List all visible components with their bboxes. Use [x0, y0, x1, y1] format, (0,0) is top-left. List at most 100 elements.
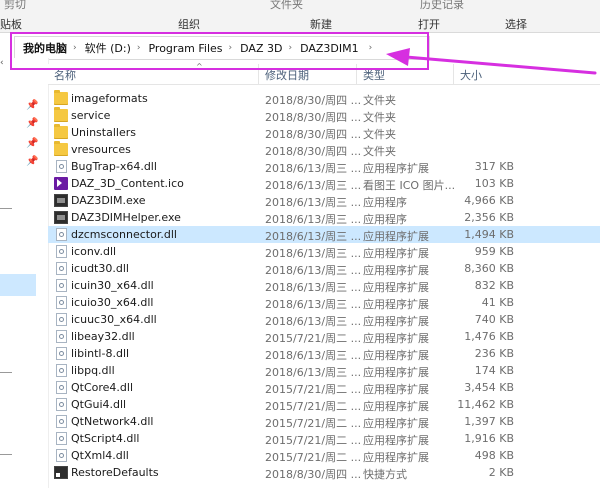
file-name: service	[71, 109, 111, 122]
file-size: 317 KB	[474, 160, 514, 173]
file-type: 应用程序扩展	[363, 264, 429, 277]
file-row[interactable]: QtNetwork4.dll 2015/7/21/周二 ... 应用程序扩展 1,39…	[48, 413, 600, 430]
chevron-right-icon[interactable]: ›	[73, 43, 77, 53]
file-name: Uninstallers	[71, 126, 136, 139]
file-row[interactable]: dzcmsconnector.dll 2018/6/13/周三 ... 应用程序扩展…	[48, 226, 600, 243]
pin-icon[interactable]: 📌	[26, 156, 38, 167]
breadcrumb-drive-d[interactable]: 软件 (D:)	[85, 40, 131, 56]
chevron-right-icon[interactable]: ›	[369, 43, 373, 53]
file-row[interactable]: service 2018/8/30/周四 ... 文件夹	[48, 107, 600, 124]
file-size: 236 KB	[474, 347, 514, 360]
file-row[interactable]: icudt30.dll 2018/6/13/周三 ... 应用程序扩展 8,360 K…	[48, 260, 600, 277]
chevron-right-icon[interactable]: ›	[288, 43, 292, 53]
file-type: 应用程序扩展	[363, 315, 429, 328]
shortcut-icon	[54, 466, 68, 479]
folder-icon	[54, 90, 68, 105]
daz-icon	[54, 177, 68, 190]
file-row[interactable]: iconv.dll 2018/6/13/周三 ... 应用程序扩展 959 KB	[48, 243, 600, 260]
nav-tree-line	[0, 208, 12, 209]
dll-icon	[56, 279, 67, 292]
file-row[interactable]: icuio30_x64.dll 2018/6/13/周三 ... 应用程序扩展 41 …	[48, 294, 600, 311]
file-row[interactable]: QtCore4.dll 2015/7/21/周二 ... 应用程序扩展 3,454 K…	[48, 379, 600, 396]
pin-icon[interactable]: 📌	[26, 118, 38, 129]
ribbon-history[interactable]: 历史记录	[420, 0, 464, 12]
file-name: QtNetwork4.dll	[71, 415, 154, 428]
file-size: 1,476 KB	[464, 330, 514, 343]
file-size: 103 KB	[474, 177, 514, 190]
file-row[interactable]: icuin30_x64.dll 2018/6/13/周三 ... 应用程序扩展 832…	[48, 277, 600, 294]
file-type: 应用程序扩展	[363, 366, 429, 379]
file-date: 2018/6/13/周三 ...	[265, 162, 362, 175]
ribbon-folder[interactable]: 文件夹	[270, 0, 303, 12]
file-type: 应用程序扩展	[363, 281, 429, 294]
file-row[interactable]: BugTrap-x64.dll 2018/6/13/周三 ... 应用程序扩展 317…	[48, 158, 600, 175]
ribbon-group-clipboard: 贴板	[0, 18, 22, 31]
file-row[interactable]: imageformats 2018/8/30/周四 ... 文件夹	[48, 90, 600, 107]
file-type: 应用程序扩展	[363, 451, 429, 464]
file-name: imageformats	[71, 92, 148, 105]
address-bar[interactable]: 我的电脑 › 软件 (D:) › Program Files › DAZ 3D …	[14, 36, 430, 60]
file-row[interactable]: DAZ_3D_Content.ico 2018/6/13/周三 ... 看图王 IC…	[48, 175, 600, 192]
file-name: icuio30_x64.dll	[71, 296, 154, 309]
file-row[interactable]: QtGui4.dll 2015/7/21/周二 ... 应用程序扩展 11,462 K…	[48, 396, 600, 413]
file-size: 1,494 KB	[464, 228, 514, 241]
file-row[interactable]: QtScript4.dll 2015/7/21/周二 ... 应用程序扩展 1,916…	[48, 430, 600, 447]
file-name: libeay32.dll	[71, 330, 135, 343]
file-date: 2015/7/21/周二 ...	[265, 400, 362, 413]
file-size: 11,462 KB	[457, 398, 514, 411]
file-name: icuuc30_x64.dll	[71, 313, 157, 326]
breadcrumb-program-files[interactable]: Program Files	[148, 42, 222, 55]
file-row[interactable]: libpq.dll 2018/6/13/周三 ... 应用程序扩展 174 KB	[48, 362, 600, 379]
breadcrumb-daz3dim1[interactable]: DAZ3DIM1	[300, 42, 359, 55]
file-row[interactable]: vresources 2018/8/30/周四 ... 文件夹	[48, 141, 600, 158]
column-divider[interactable]	[453, 64, 454, 84]
pin-icon[interactable]: 📌	[26, 100, 38, 111]
file-name: icuin30_x64.dll	[71, 279, 154, 292]
file-type: 应用程序	[363, 196, 407, 209]
file-name: icudt30.dll	[71, 262, 129, 275]
file-name: dzcmsconnector.dll	[71, 228, 177, 241]
file-date: 2015/7/21/周二 ...	[265, 451, 362, 464]
file-date: 2018/8/30/周四 ...	[265, 128, 362, 141]
file-row[interactable]: libintl-8.dll 2018/6/13/周三 ... 应用程序扩展 236 K…	[48, 345, 600, 362]
pin-icon[interactable]: 📌	[26, 138, 38, 149]
column-name[interactable]: 名称	[54, 67, 76, 83]
breadcrumb-this-pc[interactable]: 我的电脑	[23, 40, 67, 56]
nav-tree-line	[0, 372, 12, 373]
file-name: libintl-8.dll	[71, 347, 130, 360]
file-date: 2018/6/13/周三 ...	[265, 196, 362, 209]
file-row[interactable]: DAZ3DIM.exe 2018/6/13/周三 ... 应用程序 4,966 KB	[48, 192, 600, 209]
column-divider[interactable]	[356, 64, 357, 84]
breadcrumb-daz-3d[interactable]: DAZ 3D	[240, 42, 282, 55]
file-type: 文件夹	[363, 111, 396, 124]
folder-icon	[54, 141, 68, 156]
column-divider[interactable]	[258, 64, 259, 84]
file-type: 快捷方式	[363, 468, 407, 481]
dll-icon	[56, 245, 67, 258]
column-size[interactable]: 大小	[460, 67, 482, 83]
chevron-right-icon[interactable]: ›	[137, 43, 141, 53]
file-date: 2018/8/30/周四 ...	[265, 111, 362, 124]
file-row[interactable]: RestoreDefaults 2018/8/30/周四 ... 快捷方式 2 KB	[48, 464, 600, 481]
chevron-right-icon[interactable]: ›	[229, 43, 233, 53]
nav-selected-item[interactable]	[0, 274, 36, 296]
ribbon-cut[interactable]: 剪切	[4, 0, 26, 12]
file-row[interactable]: icuuc30_x64.dll 2018/6/13/周三 ... 应用程序扩展 740…	[48, 311, 600, 328]
file-row[interactable]: QtXml4.dll 2015/7/21/周二 ... 应用程序扩展 498 KB	[48, 447, 600, 464]
file-date: 2018/6/13/周三 ...	[265, 264, 362, 277]
file-row[interactable]: libeay32.dll 2015/7/21/周二 ... 应用程序扩展 1,476 …	[48, 328, 600, 345]
file-row[interactable]: DAZ3DIMHelper.exe 2018/6/13/周三 ... 应用程序 2,3…	[48, 209, 600, 226]
column-date[interactable]: 修改日期	[265, 67, 309, 83]
file-date: 2018/6/13/周三 ...	[265, 298, 362, 311]
file-type: 应用程序	[363, 213, 407, 226]
ribbon: 剪切 文件夹 历史记录 贴板 组织 新建 打开 选择	[0, 0, 600, 33]
column-type[interactable]: 类型	[363, 67, 385, 83]
dll-icon	[56, 364, 67, 377]
ribbon-group-open: 打开	[418, 18, 440, 31]
file-date: 2018/6/13/周三 ...	[265, 213, 362, 226]
folder-icon	[54, 124, 68, 139]
ribbon-group-organize: 组织	[178, 18, 200, 31]
file-row[interactable]: Uninstallers 2018/8/30/周四 ... 文件夹	[48, 124, 600, 141]
file-name: DAZ3DIM.exe	[71, 194, 146, 207]
file-size: 41 KB	[481, 296, 514, 309]
